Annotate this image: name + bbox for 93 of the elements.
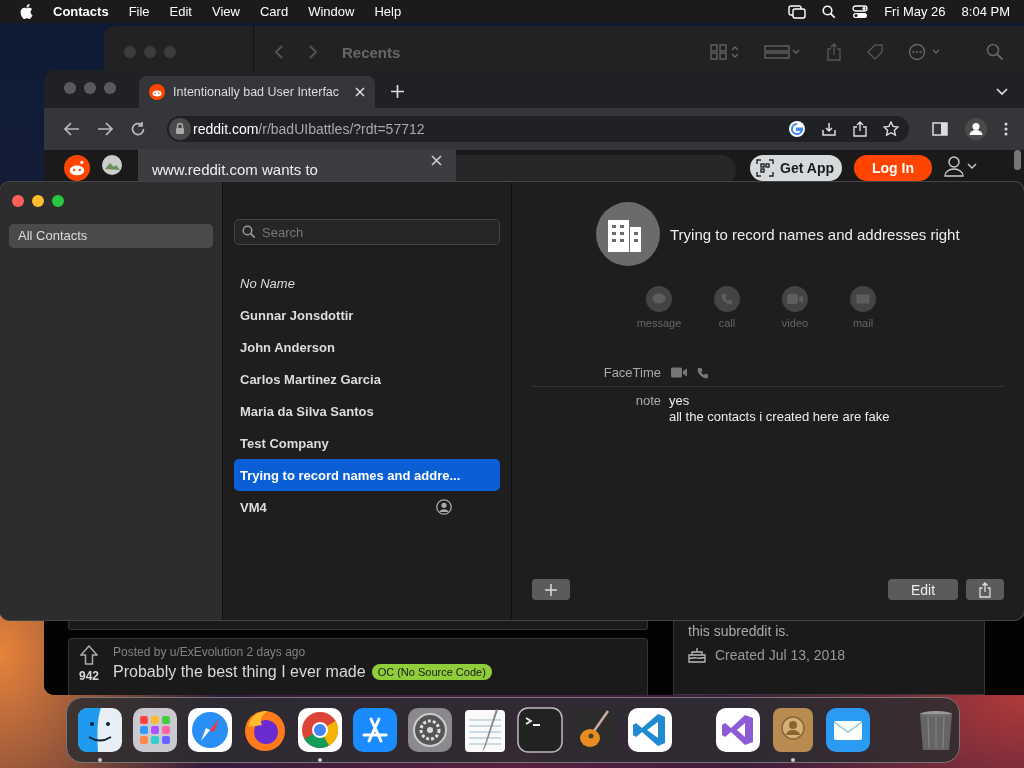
- video-camera-icon: [787, 294, 803, 304]
- subreddit-icon[interactable]: [102, 155, 122, 175]
- menu-bar-date[interactable]: Fri May 26: [884, 4, 946, 19]
- chevron-down-icon[interactable]: [996, 88, 1008, 96]
- contact-list-item[interactable]: Maria da Silva Santos: [234, 395, 500, 427]
- profile-icon[interactable]: [965, 118, 987, 140]
- browser-app-icon[interactable]: [297, 707, 343, 753]
- ide-app-icon[interactable]: [715, 707, 761, 753]
- reddit-logo-icon[interactable]: [64, 155, 90, 181]
- contact-list-item[interactable]: Test Company: [234, 427, 500, 459]
- menu-item[interactable]: File: [128, 4, 150, 19]
- reddit-logo-icon: [149, 84, 165, 100]
- grid-view-icon[interactable]: [710, 44, 740, 60]
- post-meta: Posted by u/ExEvolution 2 days ago: [113, 645, 307, 659]
- minimize-button[interactable]: [32, 195, 44, 207]
- search-field[interactable]: Search: [234, 219, 500, 245]
- note-text: all the contacts i created here are fake: [669, 409, 890, 424]
- zoom-button[interactable]: [52, 195, 64, 207]
- phone-icon[interactable]: [697, 366, 709, 379]
- note-text: yes: [669, 393, 691, 408]
- download-icon[interactable]: [821, 121, 837, 137]
- forward-icon[interactable]: [97, 122, 113, 136]
- star-icon[interactable]: [883, 121, 899, 137]
- contact-list-item[interactable]: VM4: [234, 491, 500, 523]
- windows-icon[interactable]: [788, 4, 807, 19]
- back-icon[interactable]: [64, 122, 80, 136]
- gear-app-icon[interactable]: [407, 707, 453, 753]
- contact-list-item[interactable]: No Name: [234, 267, 500, 299]
- guitar-app-icon[interactable]: [572, 707, 618, 753]
- side-panel-icon[interactable]: [932, 122, 948, 136]
- post-title[interactable]: Probably the best thing I ever made: [113, 663, 366, 681]
- address-bar[interactable]: reddit.com/r/badUIbattles/?rdt=57712: [167, 116, 909, 142]
- field-label: note: [634, 393, 661, 410]
- search-icon[interactable]: [822, 4, 837, 19]
- menu-item[interactable]: Card: [259, 4, 289, 19]
- group-icon[interactable]: [764, 44, 802, 60]
- scrollbar-thumb[interactable]: [1014, 150, 1021, 170]
- menu-item[interactable]: Window: [308, 4, 355, 19]
- menu-item[interactable]: View: [212, 4, 240, 19]
- terminal-app-icon[interactable]: [517, 707, 563, 753]
- share-button[interactable]: [966, 579, 1004, 600]
- app-menu[interactable]: Contacts: [53, 4, 109, 19]
- created-date: Created Jul 13, 2018: [715, 647, 845, 663]
- qr-code-icon: [756, 159, 775, 177]
- apple-logo-icon[interactable]: [20, 4, 33, 19]
- browser-tab[interactable]: Intentionally bad User Interfac: [139, 76, 375, 108]
- reload-icon[interactable]: [130, 121, 146, 137]
- share-icon: [979, 581, 991, 598]
- kebab-menu-icon[interactable]: [1004, 122, 1008, 136]
- subreddit-description: this subreddit is.: [688, 623, 791, 639]
- menu-item[interactable]: Help: [374, 4, 402, 19]
- envelope-app-icon[interactable]: [825, 707, 871, 753]
- edit-button[interactable]: Edit: [888, 579, 958, 600]
- upvote-icon[interactable]: [80, 645, 98, 665]
- code-editor-app-icon[interactable]: [627, 707, 673, 753]
- app-grid-icon[interactable]: [132, 707, 178, 753]
- compass-app-icon[interactable]: [187, 707, 233, 753]
- lock-icon: [169, 118, 191, 140]
- close-icon[interactable]: [355, 87, 365, 97]
- add-button[interactable]: [532, 579, 570, 600]
- get-app-button[interactable]: Get App: [750, 155, 842, 181]
- sidebar-item[interactable]: All Contacts: [9, 224, 213, 248]
- contact-list-item[interactable]: Carlos Martinez Garcia: [234, 363, 500, 395]
- contact-list-item[interactable]: John Anderson: [234, 331, 500, 363]
- contact-list-item[interactable]: Gunnar Jonsdottir: [234, 299, 500, 331]
- person-icon: [436, 499, 452, 515]
- close-button[interactable]: [12, 195, 24, 207]
- envelope-icon: [856, 294, 870, 304]
- field-label: FaceTime: [602, 365, 661, 380]
- pen-paper-app-icon[interactable]: [462, 707, 508, 753]
- close-icon[interactable]: [431, 154, 442, 166]
- toggles-icon[interactable]: [852, 4, 869, 19]
- more-icon[interactable]: [908, 43, 942, 61]
- menu-item[interactable]: Edit: [169, 4, 192, 19]
- post-flair: OC (No Source Code): [371, 664, 492, 680]
- google-icon[interactable]: [789, 121, 805, 137]
- search-icon: [242, 225, 256, 239]
- smiling-face-app-icon[interactable]: [77, 707, 123, 753]
- contact-list-item[interactable]: Trying to record names and addre...: [234, 459, 500, 491]
- window-title: Recents: [342, 43, 401, 61]
- popup-message: www.reddit.com wants to: [152, 160, 318, 178]
- video-camera-icon[interactable]: [671, 367, 687, 378]
- menu-bar-time[interactable]: 8:04 PM: [961, 4, 1010, 19]
- address-book-app-icon[interactable]: [770, 707, 816, 753]
- cake-icon: [688, 647, 706, 663]
- contact-name: Trying to record names and addresses right: [670, 225, 960, 243]
- plus-icon: [545, 583, 557, 596]
- store-app-icon[interactable]: [352, 707, 398, 753]
- phone-icon: [721, 293, 733, 305]
- building-icon: [596, 202, 660, 266]
- vote-count: 942: [79, 669, 100, 683]
- speech-bubble-icon: [652, 293, 666, 305]
- new-tab-icon[interactable]: [391, 85, 404, 98]
